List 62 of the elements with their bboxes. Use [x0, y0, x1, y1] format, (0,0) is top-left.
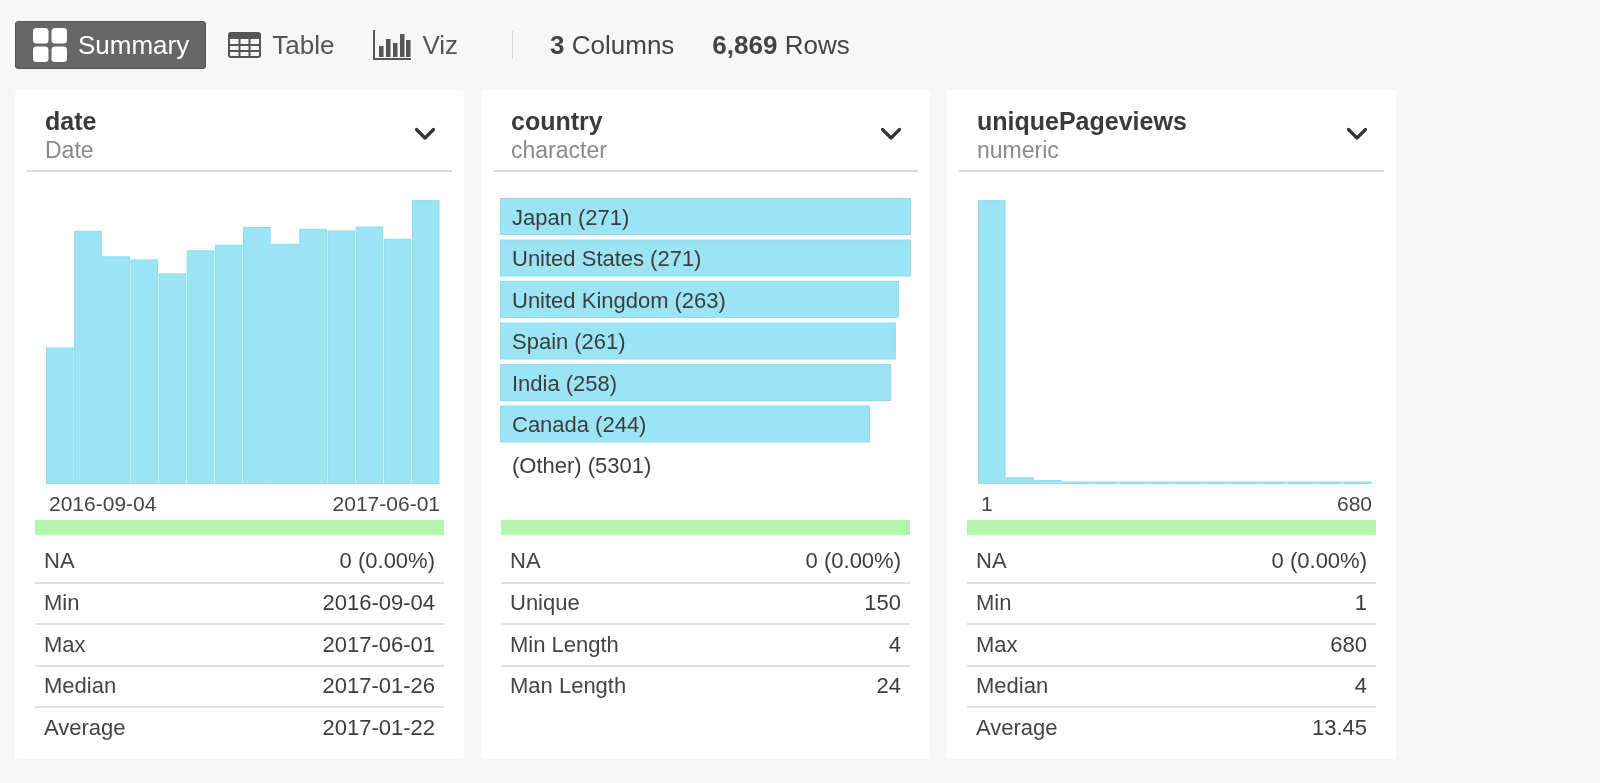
- stat-label: Unique: [510, 590, 580, 617]
- stat-value: 13.45: [1311, 714, 1367, 741]
- view-tab[interactable]: Viz: [355, 21, 476, 69]
- chevron-down-icon[interactable]: [1346, 127, 1368, 141]
- column-type: character: [511, 136, 607, 164]
- stat-label: NA: [976, 547, 1007, 574]
- category-label: Canada: [512, 412, 590, 437]
- value-label: (271): [577, 204, 630, 230]
- count-text: 6,869 Rows: [712, 29, 850, 61]
- stat-value: 0 (0.00%): [339, 547, 435, 574]
- view-tab[interactable]: Summary: [15, 21, 207, 69]
- value-label: (261): [574, 329, 626, 354]
- stat-label: Man Length: [510, 673, 627, 700]
- stat-value: 4: [888, 631, 901, 658]
- stat-label: Average: [976, 714, 1058, 741]
- table-icon: [228, 32, 262, 58]
- stat-value: 150: [864, 590, 901, 617]
- category-label: Spain: [512, 329, 569, 354]
- column-type: Date: [45, 136, 95, 164]
- category-label: Japan: [512, 204, 572, 230]
- stat-label: Average: [44, 714, 126, 741]
- category-label: United Kingdom: [512, 287, 669, 313]
- axis-label: 2017-06-01: [332, 492, 440, 516]
- stat-label: Median: [976, 673, 1049, 700]
- stat-value: 2017-06-01: [322, 631, 435, 658]
- category-label: (Other) (5301): [512, 452, 652, 479]
- stat-value: 2017-01-22: [322, 714, 435, 741]
- stat-label: NA: [510, 547, 541, 574]
- bar-chart-icon: [373, 30, 412, 60]
- stat-label: Min: [976, 590, 1012, 617]
- stat-label: Max: [44, 631, 86, 658]
- axis-label: 680: [1336, 492, 1372, 516]
- value-label: (263): [674, 287, 726, 313]
- axis-label: 2016-09-04: [49, 492, 157, 516]
- chevron-down-icon[interactable]: [880, 127, 902, 141]
- stat-label: Median: [44, 673, 117, 700]
- stat-value: 680: [1330, 631, 1367, 658]
- axis-label: 1: [981, 492, 993, 516]
- category-label: United States: [512, 246, 645, 271]
- value-label: (258): [565, 370, 618, 396]
- grid-icon: [33, 28, 67, 62]
- column-name: date: [45, 106, 97, 136]
- category-label: India: [512, 370, 560, 396]
- stat-label: Min: [44, 590, 80, 617]
- column-type: numeric: [977, 136, 1060, 164]
- value-label: (271): [650, 246, 702, 271]
- stat-value: 2017-01-26: [322, 673, 435, 700]
- stat-label: NA: [44, 547, 75, 574]
- column-name: country: [511, 106, 604, 136]
- value-label: (244): [595, 412, 647, 437]
- stat-value: 2016-09-04: [322, 590, 435, 617]
- stat-value: 0 (0.00%): [1271, 547, 1367, 574]
- stat-value: 0 (0.00%): [805, 547, 901, 574]
- chevron-down-icon[interactable]: [414, 127, 436, 141]
- view-tab[interactable]: Table: [210, 21, 352, 69]
- stat-value: 24: [876, 673, 901, 700]
- stat-label: Max: [976, 631, 1018, 658]
- count-text: 3 Columns: [550, 29, 675, 61]
- stat-value: 4: [1354, 673, 1367, 700]
- column-name: uniquePageviews: [977, 106, 1187, 136]
- stat-value: 1: [1354, 590, 1367, 617]
- stat-label: Min Length: [510, 631, 619, 658]
